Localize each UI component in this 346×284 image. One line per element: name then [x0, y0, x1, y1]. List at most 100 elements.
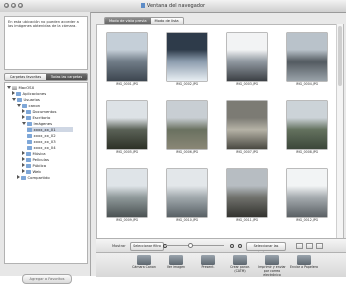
folder-icon — [27, 139, 32, 144]
photo-thumbnail[interactable] — [167, 101, 207, 149]
tree-item-label: MacOSX — [18, 85, 35, 90]
panorama-icon — [233, 255, 247, 265]
thumbnail-item[interactable]: IMG_0004.JPG — [287, 33, 327, 87]
disclosure-triangle-icon[interactable] — [17, 104, 21, 107]
thumbnail-item[interactable]: IMG_0007.JPG — [227, 101, 267, 155]
thumbnail-caption: IMG_0012.JPG — [295, 218, 319, 222]
view-list-icon[interactable] — [316, 243, 323, 249]
disclosure-triangle-icon[interactable] — [17, 175, 20, 179]
photo-thumbnail[interactable] — [287, 169, 327, 217]
tree-item-xxxx-xx-03[interactable]: xxxx_xx_03 — [27, 139, 56, 144]
tree-item-imagenes[interactable]: Imágenes — [22, 121, 52, 126]
tree-item-publica[interactable]: Pública — [22, 163, 46, 168]
tree-item-musica[interactable]: Música — [22, 151, 46, 156]
thumbnail-item[interactable]: IMG_0005.JPG — [107, 101, 147, 155]
info-panel: En esta ubicación no pueden acceder a la… — [4, 16, 88, 70]
vertical-scrollbar[interactable] — [336, 24, 343, 238]
hard-disk-icon — [12, 85, 17, 90]
photo-thumbnail[interactable] — [227, 33, 267, 81]
toolbar-button-print-email[interactable]: Imprimir y enviar por correo electrónico — [258, 255, 286, 277]
folder-icon — [16, 91, 21, 96]
thumbnail-item[interactable]: IMG_0011.JPG — [227, 169, 267, 223]
folder-tree: MacOSX Aplicaciones Usuarios canon Docum… — [4, 82, 88, 264]
photo-thumbnail[interactable] — [107, 33, 147, 81]
thumbnail-item[interactable]: IMG_0003.JPG — [227, 33, 267, 87]
folder-icon — [26, 163, 31, 168]
thumbnail-caption: IMG_0011.JPG — [235, 218, 259, 222]
tree-item-macosx[interactable]: MacOSX — [7, 85, 34, 90]
view-grid-small-icon[interactable] — [296, 243, 303, 249]
thumbnail-item[interactable]: IMG_0012.JPG — [287, 169, 327, 223]
disclosure-triangle-icon[interactable] — [22, 122, 26, 125]
photo-thumbnail[interactable] — [287, 101, 327, 149]
tree-item-label: xxxx_xx_01 — [33, 127, 56, 132]
disclosure-triangle-icon[interactable] — [12, 91, 15, 95]
tree-item-canon[interactable]: canon — [17, 103, 40, 108]
thumbnail-grid: IMG_0001.JPG IMG_0002.JPG IMG_0003.JPG IMG_… — [96, 24, 344, 240]
tree-item-xxxx-xx-04[interactable]: xxxx_xx_04 — [27, 145, 56, 150]
tree-item-aplicaciones[interactable]: Aplicaciones — [12, 91, 46, 96]
slider-knob[interactable] — [188, 243, 193, 248]
thumbnail-item[interactable]: IMG_0002.JPG — [167, 33, 207, 87]
toolbar-button-trash[interactable]: Enviar a Papelera — [290, 255, 318, 270]
thumbnail-item[interactable]: IMG_0001.JPG — [107, 33, 147, 87]
photo-thumbnail[interactable] — [227, 169, 267, 217]
thumbnail-caption: IMG_0007.JPG — [235, 150, 259, 154]
disclosure-triangle-icon[interactable] — [7, 86, 11, 89]
toolbar-button-slideshow[interactable]: Present. — [194, 255, 222, 270]
folder-view-switch: Carpetas favoritas Todas las carpetas — [4, 73, 88, 81]
tree-item-xxxx-xx-01[interactable]: xxxx_xx_01 — [27, 127, 73, 132]
folder-icon — [27, 127, 32, 132]
disclosure-triangle-icon[interactable] — [22, 163, 25, 167]
folder-icon — [27, 133, 32, 138]
tree-item-peliculas[interactable]: Películas — [22, 157, 49, 162]
folder-icon — [27, 121, 32, 126]
tree-item-web[interactable]: Web — [22, 169, 41, 174]
tree-item-escritorio[interactable]: Escritorio — [22, 115, 50, 120]
thumbnail-item[interactable]: IMG_0006.JPG — [167, 101, 207, 155]
photo-thumbnail[interactable] — [287, 33, 327, 81]
favorite-folders-tab[interactable]: Carpetas favoritas — [5, 74, 46, 80]
disclosure-triangle-icon[interactable] — [12, 98, 16, 101]
toolbar-button-label: Crear panor. (CATM) — [230, 265, 250, 273]
slideshow-icon — [201, 255, 215, 265]
home-folder-icon — [22, 103, 27, 108]
photo-thumbnail[interactable] — [167, 33, 207, 81]
disclosure-triangle-icon[interactable] — [22, 169, 25, 173]
thumbnail-caption: IMG_0010.JPG — [175, 218, 199, 222]
tree-item-label: xxxx_xx_04 — [33, 145, 56, 150]
disclosure-triangle-icon[interactable] — [22, 151, 25, 155]
thumbnail-item[interactable]: IMG_0010.JPG — [167, 169, 207, 223]
photo-thumbnail[interactable] — [227, 101, 267, 149]
disclosure-triangle-icon[interactable] — [22, 157, 25, 161]
zoom-in-icon[interactable] — [230, 244, 234, 248]
tree-item-documentos[interactable]: Documentos — [22, 109, 56, 114]
thumbnail-caption: IMG_0009.JPG — [115, 218, 139, 222]
toolbar-button-label: Ver imagen — [166, 265, 186, 269]
thumbnail-size-slider[interactable] — [166, 243, 224, 248]
thumbnail-item[interactable]: IMG_0008.JPG — [287, 101, 327, 155]
photo-thumbnail[interactable] — [107, 101, 147, 149]
view-grid-large-icon[interactable] — [306, 243, 313, 249]
zoom-fit-icon[interactable] — [238, 244, 242, 248]
tree-item-usuarios[interactable]: Usuarios — [12, 97, 40, 102]
folder-icon — [26, 115, 31, 120]
toolbar-button-view-image[interactable]: Ver imagen — [162, 255, 190, 270]
all-folders-tab[interactable]: Todas las carpetas — [46, 74, 87, 80]
disclosure-triangle-icon[interactable] — [22, 109, 25, 113]
thumbnail-caption: IMG_0002.JPG — [175, 82, 199, 86]
info-message: En esta ubicación no pueden acceder a la… — [8, 20, 79, 29]
select-images-dropdown[interactable]: Seleccionar las imágenes — [246, 242, 286, 255]
toolbar-button-camera[interactable]: Cámara Canon — [130, 255, 158, 270]
disclosure-triangle-icon[interactable] — [22, 115, 25, 119]
tree-item-compartido[interactable]: Compartido — [17, 175, 50, 180]
photo-thumbnail[interactable] — [167, 169, 207, 217]
folder-icon — [26, 109, 31, 114]
scrollbar-thumb[interactable] — [338, 26, 342, 86]
window-title: Ventana del navegador — [0, 3, 346, 9]
filter-select[interactable]: Seleccionar filtro — [130, 242, 164, 251]
toolbar-button-panorama[interactable]: Crear panor. (CATM) — [226, 255, 254, 274]
tree-item-xxxx-xx-02[interactable]: xxxx_xx_02 — [27, 133, 56, 138]
thumbnail-item[interactable]: IMG_0009.JPG — [107, 169, 147, 223]
photo-thumbnail[interactable] — [107, 169, 147, 217]
